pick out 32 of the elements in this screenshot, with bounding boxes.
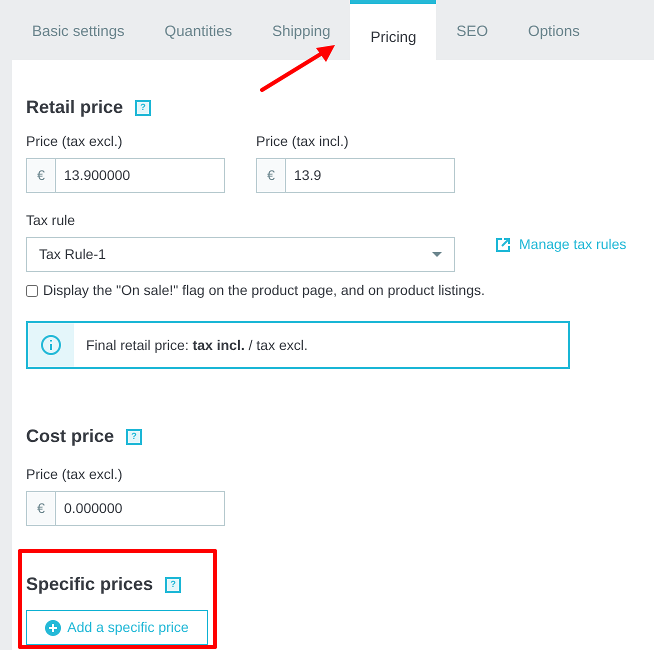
help-icon[interactable]: ?: [165, 576, 182, 592]
currency-addon: €: [27, 492, 56, 525]
tab[interactable]: Basic settings: [12, 0, 145, 60]
currency-addon: €: [257, 159, 286, 192]
tax-rule-select[interactable]: Tax Rule-1: [26, 237, 455, 272]
info-icon: [40, 334, 62, 356]
price-field[interactable]: € 13.9: [256, 158, 455, 193]
currency-addon: €: [27, 159, 56, 192]
tab[interactable]: Shipping: [252, 0, 350, 60]
help-icon[interactable]: ?: [135, 100, 152, 116]
section-heading: Specific prices: [26, 573, 154, 596]
tab[interactable]: Quantities: [144, 0, 252, 60]
section-heading: Retail price: [26, 96, 124, 119]
field-label: Price (tax excl.): [26, 465, 124, 484]
checkbox-label: Display the "On sale!" flag on the product page, and on product listings.: [43, 281, 485, 300]
tab[interactable]: Pricing: [350, 0, 436, 60]
info-text: Final retail price: tax incl. / tax excl.: [85, 336, 308, 355]
on-sale-checkbox[interactable]: [26, 284, 38, 296]
field-label: Tax rule: [26, 211, 76, 230]
help-icon[interactable]: ?: [126, 428, 142, 444]
price-field[interactable]: € 0.000000: [26, 491, 225, 526]
plus-circle-icon: [45, 620, 62, 636]
manage-tax-rules-link[interactable]: Manage tax rules: [495, 234, 626, 255]
section-heading: Cost price: [26, 425, 114, 448]
tab[interactable]: SEO: [436, 0, 508, 60]
tab[interactable]: Options: [508, 0, 600, 60]
caret-icon: [432, 252, 442, 257]
field-label: Price (tax incl.): [256, 132, 350, 151]
external-link-icon: [495, 236, 511, 252]
field-label: Price (tax excl.): [26, 132, 124, 151]
price-field[interactable]: € 13.900000: [26, 158, 225, 193]
add-specific-price-button[interactable]: Add a specific price: [26, 610, 208, 645]
